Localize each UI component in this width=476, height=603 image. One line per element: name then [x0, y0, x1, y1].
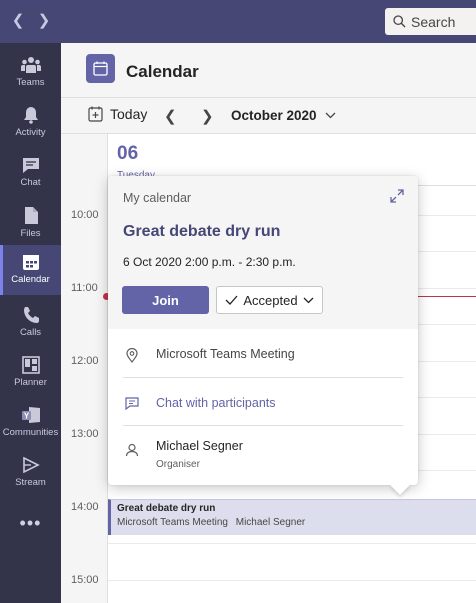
search-label: Search: [411, 13, 456, 30]
rail-label: Files: [20, 228, 41, 239]
search-input[interactable]: Search: [385, 8, 476, 35]
rail-item-calls[interactable]: Calls: [0, 298, 61, 348]
rail-item-teams[interactable]: Teams: [0, 48, 61, 98]
chat-icon: [125, 397, 139, 410]
rail-item-chat[interactable]: Chat: [0, 148, 61, 198]
chat-row[interactable]: Chat with participants: [123, 396, 403, 410]
event-organizer: Michael Segner: [235, 517, 306, 528]
rail-label: Chat: [20, 177, 41, 188]
expand-icon[interactable]: [390, 189, 404, 208]
chevron-down-icon: [303, 297, 314, 303]
divider: [123, 425, 403, 426]
previous-icon[interactable]: ❮: [164, 107, 177, 125]
month-picker[interactable]: October 2020: [231, 108, 336, 123]
rail-label: Activity: [15, 127, 46, 138]
rail-label: Teams: [16, 77, 45, 88]
rail-label: Planner: [14, 377, 47, 388]
more-apps-icon[interactable]: •••: [0, 513, 61, 534]
teams-icon: [20, 57, 41, 73]
forward-arrow-icon[interactable]: ❯: [36, 11, 52, 29]
rail-item-activity[interactable]: Activity: [0, 98, 61, 148]
title-bar: ❮ ❯ Search: [0, 0, 476, 43]
chevron-down-icon: [325, 112, 336, 119]
event-time: 6 Oct 2020 2:00 p.m. - 2:30 p.m.: [123, 255, 296, 269]
chat-with-participants-link[interactable]: Chat with participants: [156, 396, 276, 410]
month-label: October 2020: [231, 108, 317, 123]
stream-icon: [22, 456, 40, 474]
chat-icon: [22, 158, 39, 173]
rail-label: Calendar: [11, 274, 50, 285]
rail-label: Calls: [19, 327, 42, 338]
time-label: 11:00: [71, 282, 98, 294]
rail-label: Stream: [15, 477, 46, 488]
time-label: 13:00: [71, 428, 99, 440]
planner-icon: [21, 356, 40, 374]
organizer-role: Organiser: [156, 459, 200, 470]
phone-icon: [24, 307, 39, 323]
join-button[interactable]: Join: [122, 286, 209, 314]
day-number: 06: [117, 143, 139, 164]
rail-item-planner[interactable]: Planner: [0, 348, 61, 398]
communities-icon: Y: [21, 407, 40, 423]
time-column: 10:00 11:00 12:00 13:00 14:00 15:00: [61, 134, 107, 603]
next-icon[interactable]: ❯: [201, 107, 214, 125]
response-dropdown[interactable]: Accepted: [216, 286, 323, 314]
rail-label: Communities: [2, 427, 59, 438]
today-label: Today: [110, 106, 148, 122]
file-icon: [24, 207, 38, 224]
event-popover: My calendar Great debate dry run 6 Oct 2…: [108, 176, 418, 495]
organizer-name: Michael Segner: [156, 439, 243, 453]
popover-title: Great debate dry run: [123, 223, 281, 240]
checkmark-icon: [225, 295, 238, 305]
back-arrow-icon[interactable]: ❮: [10, 11, 26, 29]
time-label: 12:00: [71, 355, 99, 367]
person-icon: [125, 443, 139, 457]
location-pin-icon: [126, 348, 138, 363]
rail-item-communities[interactable]: Y Communities: [0, 398, 61, 448]
svg-text:Y: Y: [23, 412, 29, 421]
location-text: Microsoft Teams Meeting: [156, 347, 295, 361]
page-title: Calendar: [126, 62, 199, 81]
response-label: Accepted: [243, 292, 298, 308]
divider: [123, 377, 403, 378]
rail-item-stream[interactable]: Stream: [0, 448, 61, 498]
time-label: 10:00: [71, 209, 99, 221]
time-label: 14:00: [71, 501, 99, 513]
event-details: Microsoft Teams Meeting Michael Segner: [117, 517, 470, 528]
half-hour-line: [108, 543, 476, 544]
calendar-today-icon: [88, 106, 103, 122]
calendar-app-icon: [86, 54, 115, 83]
app-header: Calendar: [61, 43, 476, 98]
hour-line: [108, 580, 476, 581]
event-title: Great debate dry run: [117, 503, 216, 514]
calendar-name: My calendar: [123, 191, 192, 205]
calendar-event[interactable]: Great debate dry run Microsoft Teams Mee…: [108, 499, 476, 535]
organizer-row: Michael Segner Organiser: [123, 439, 403, 470]
rail-item-files[interactable]: Files: [0, 198, 61, 248]
popover-header: My calendar Great debate dry run 6 Oct 2…: [108, 176, 418, 329]
time-label: 15:00: [71, 574, 99, 586]
bell-icon: [23, 107, 38, 124]
calendar-toolbar: Today ❮ ❯ October 2020: [61, 98, 476, 134]
location-row: Microsoft Teams Meeting: [123, 347, 403, 363]
app-rail: Teams Activity Chat Files Calendar Calls…: [0, 43, 61, 603]
calendar-icon: [22, 255, 39, 270]
search-icon: [393, 15, 406, 28]
rail-item-calendar[interactable]: Calendar: [0, 245, 61, 295]
today-button[interactable]: Today: [88, 106, 147, 122]
event-location: Microsoft Teams Meeting: [117, 517, 228, 528]
